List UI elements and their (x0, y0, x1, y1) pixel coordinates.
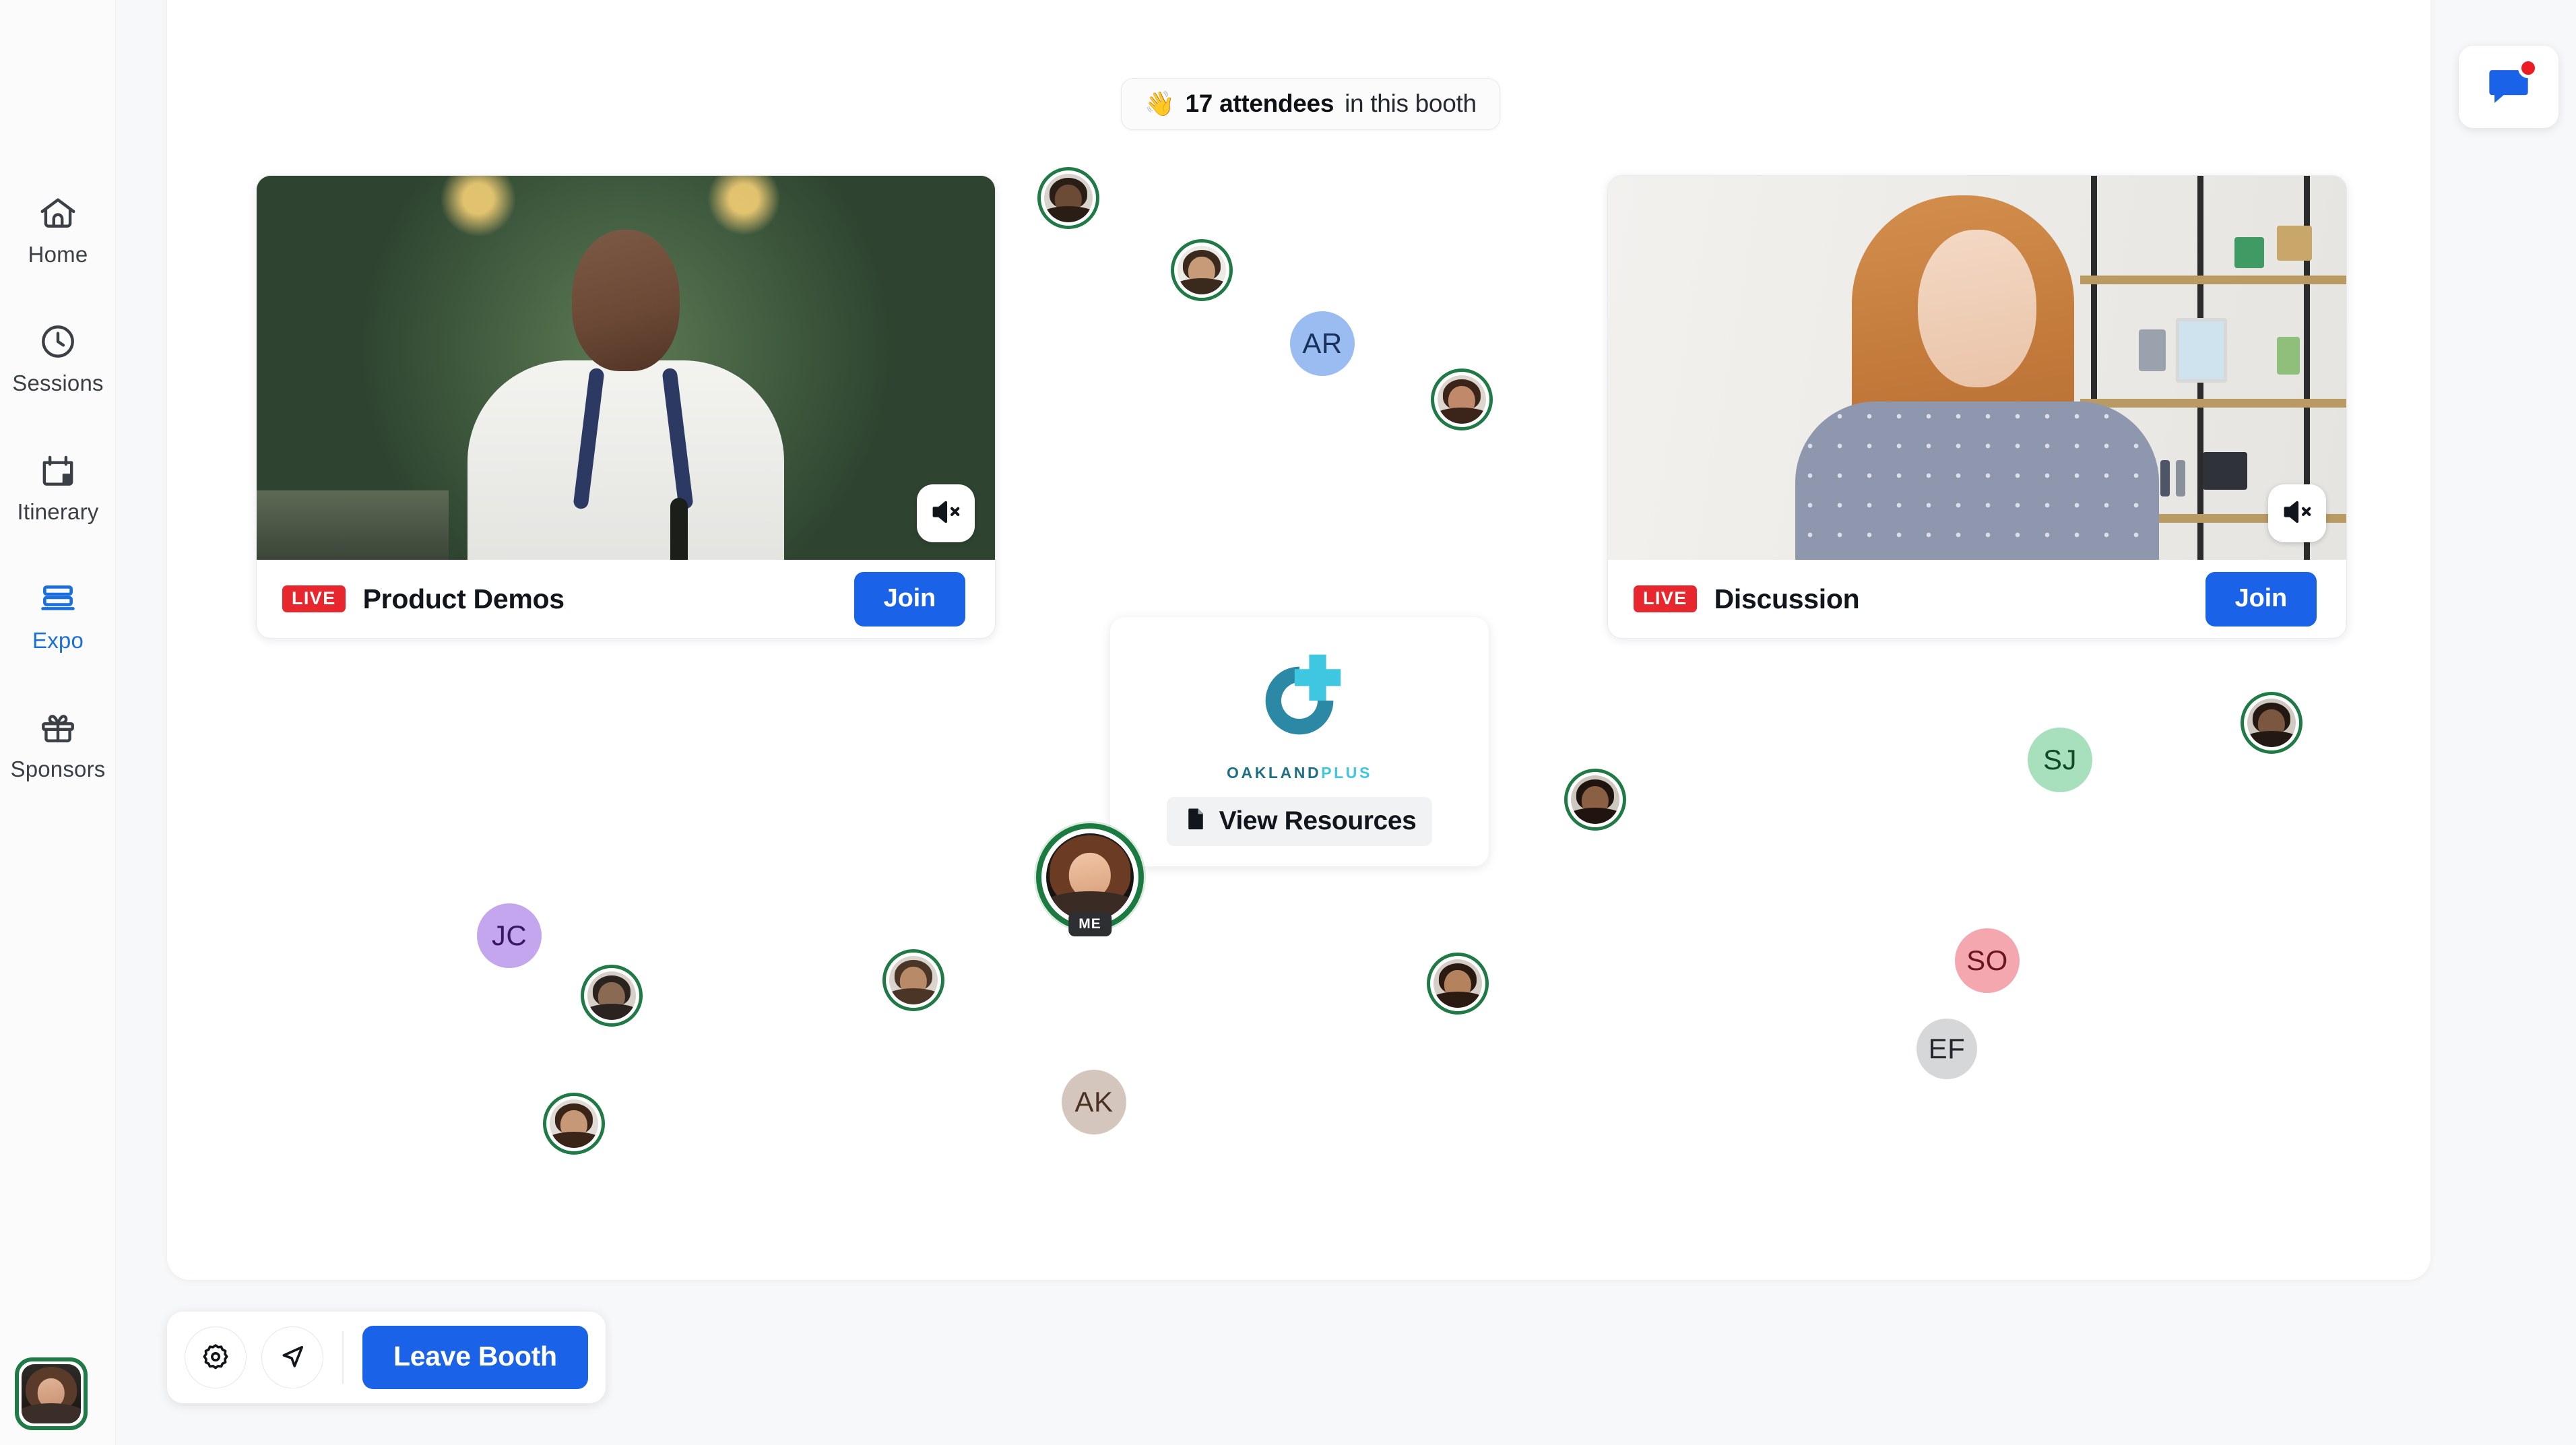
video-stream-thumbnail (257, 176, 995, 560)
view-resources-label: View Resources (1219, 806, 1417, 835)
mute-toggle-button[interactable] (2268, 484, 2326, 542)
navigation-arrow-icon (277, 1341, 308, 1374)
attendee-7[interactable] (1564, 769, 1626, 831)
attendee-12[interactable] (882, 949, 944, 1011)
clock-icon (37, 321, 79, 362)
toolbar-divider (342, 1331, 344, 1384)
chat-unread-dot (2518, 58, 2538, 78)
sidebar-item-label: Itinerary (17, 499, 99, 524)
wave-emoji-icon: 👋 (1145, 89, 1175, 117)
sidebar-item-label: Sponsors (10, 757, 106, 781)
video-stream-thumbnail (1608, 176, 2346, 560)
sidebar-item-label: Expo (32, 628, 84, 653)
avatar-photo (550, 1099, 598, 1148)
me-badge: ME (1068, 912, 1112, 936)
sidebar-item-sponsors[interactable]: Sponsors (0, 707, 116, 780)
avatar-initials: EF (1928, 1033, 1966, 1064)
attendee-14[interactable] (543, 1093, 605, 1155)
sidebar-item-itinerary[interactable]: Itinerary (0, 449, 116, 523)
home-icon (37, 192, 79, 234)
mute-toggle-button[interactable] (917, 484, 975, 542)
oaklandplus-logo (1239, 640, 1360, 761)
sidebar-user-avatar[interactable] (15, 1357, 88, 1430)
avatar-photo (1044, 174, 1093, 222)
me-avatar[interactable]: ME (1036, 823, 1144, 936)
sidebar-item-sessions[interactable]: Sessions (0, 321, 116, 394)
attendee-5[interactable] (2241, 692, 2303, 754)
navigate-button[interactable] (261, 1326, 323, 1388)
wordmark-primary: OAKLAND (1227, 764, 1322, 781)
live-badge: LIVE (1634, 585, 1697, 612)
booth-wordmark: OAKLANDPLUS (1227, 765, 1372, 781)
avatar-initials: SJ (2042, 744, 2077, 775)
sidebar-item-home[interactable]: Home (0, 192, 116, 265)
attendee-3[interactable]: AR (1290, 311, 1355, 376)
attendee-13[interactable] (1427, 953, 1489, 1015)
expo-icon (37, 578, 79, 620)
video-title: Discussion (1714, 583, 1860, 614)
avatar-photo (889, 956, 938, 1004)
attendee-10[interactable]: JC (477, 903, 542, 968)
view-resources-button[interactable]: View Resources (1166, 797, 1433, 846)
attendee-15[interactable]: AK (1062, 1070, 1126, 1134)
attendee-count-badge: 👋 17 attendees in this booth (1121, 78, 1500, 130)
video-card-discussion[interactable]: LIVE Discussion Join (1607, 175, 2347, 639)
settings-button[interactable] (185, 1326, 247, 1388)
calendar-icon (37, 449, 79, 491)
live-badge: LIVE (282, 585, 346, 612)
chat-launcher-button[interactable] (2459, 46, 2558, 128)
attendee-1[interactable] (1037, 167, 1099, 229)
attendee-4[interactable] (1431, 368, 1493, 430)
avatar-photo (1438, 375, 1486, 424)
sidebar-nav-list: Home Sessions Itinerary Expo Sponsors (0, 192, 116, 835)
video-card-footer: LIVE Discussion Join (1608, 560, 2346, 638)
video-card-product-demos[interactable]: LIVE Product Demos Join (256, 175, 996, 639)
avatar-initials: SO (1966, 944, 2008, 976)
video-frame[interactable] (1608, 176, 2346, 560)
avatar-photo (587, 971, 636, 1020)
gear-icon (200, 1341, 231, 1374)
avatar-initials: JC (491, 920, 527, 951)
avatar-photo (2247, 699, 2296, 747)
avatar-initials: AR (1302, 327, 1343, 359)
leave-booth-button[interactable]: Leave Booth (362, 1326, 588, 1389)
attendee-8[interactable]: SO (1955, 928, 2020, 993)
avatar-initials: AK (1074, 1086, 1114, 1118)
attendee-2[interactable] (1171, 239, 1233, 301)
gift-icon (37, 707, 79, 748)
join-button[interactable]: Join (2205, 571, 2317, 627)
avatar-photo (1434, 959, 1482, 1008)
booth-toolbar: Leave Booth (167, 1312, 606, 1403)
sidebar-item-label: Home (28, 242, 88, 267)
attendee-9[interactable]: EF (1917, 1019, 1977, 1079)
attendee-6[interactable]: SJ (2028, 728, 2092, 792)
document-icon (1183, 806, 1209, 836)
speaker-muted-icon (2280, 494, 2315, 533)
sidebar-item-expo[interactable]: Expo (0, 578, 116, 651)
join-button[interactable]: Join (854, 571, 965, 627)
sidebar: Home Sessions Itinerary Expo Sponsors (0, 0, 116, 1445)
speaker-muted-icon (928, 494, 963, 533)
sidebar-item-label: Sessions (12, 371, 104, 395)
video-card-footer: LIVE Product Demos Join (257, 560, 995, 638)
video-frame[interactable] (257, 176, 995, 560)
attendee-count-text: 17 attendees (1185, 90, 1334, 117)
wordmark-secondary: PLUS (1321, 764, 1372, 781)
expo-booth-page: Home Sessions Itinerary Expo Sponsors LI… (0, 0, 2576, 1445)
avatar-photo (1178, 246, 1226, 294)
attendee-count-suffix: in this booth (1345, 90, 1477, 117)
avatar-photo (1046, 833, 1134, 921)
video-title: Product Demos (362, 583, 565, 614)
attendee-11[interactable] (581, 965, 643, 1027)
avatar-photo (1571, 775, 1619, 824)
booth-logo-card[interactable]: OAKLANDPLUS View Resources (1110, 617, 1489, 866)
avatar-photo (22, 1364, 81, 1423)
